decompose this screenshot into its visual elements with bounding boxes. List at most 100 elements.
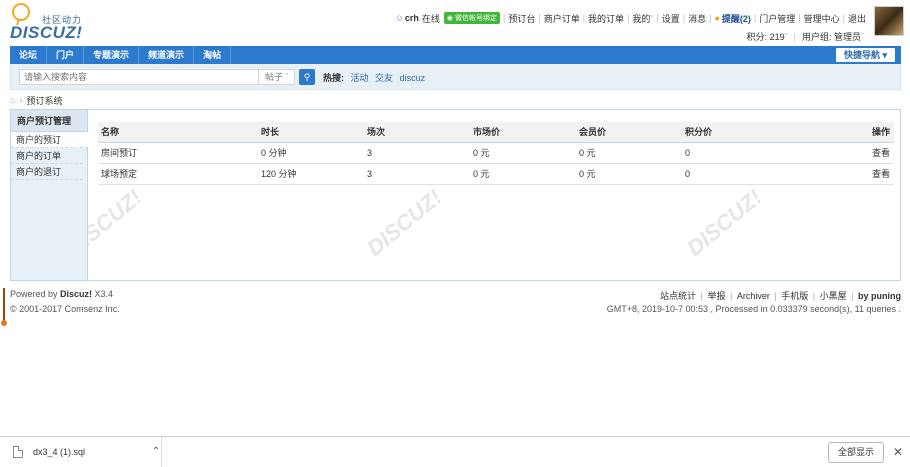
divider: | <box>682 13 686 23</box>
nav-topic-demo[interactable]: 专题演示 <box>84 46 140 64</box>
cell-market-price: 0 元 <box>470 142 576 164</box>
quick-nav-button[interactable]: 快捷导航 ▾ <box>835 48 895 62</box>
sidebar-item-merchant-bookings[interactable]: 商户的预订 <box>11 132 88 148</box>
file-icon <box>13 446 23 458</box>
menu-my[interactable]: 我的ˇ <box>632 12 653 25</box>
divider: | <box>627 13 630 23</box>
powered-brand-link[interactable]: Discuz! <box>60 289 92 299</box>
footer-link-archiver[interactable]: Archiver <box>737 291 770 301</box>
download-item[interactable]: dx3_4 (1).sql ⌃ <box>10 437 162 467</box>
search-bar: 帖子 ˇ ⚲ 热搜: 活动 交友 discuz <box>10 64 901 90</box>
chevron-down-icon: ˇ <box>650 13 654 24</box>
link-messages[interactable]: 消息 <box>688 12 706 25</box>
hot-searches: 热搜: 活动 交友 discuz <box>323 71 429 84</box>
table-header-row: 名称 时长 场次 市场价 会员价 积分价 操作 <box>98 122 894 143</box>
link-my-orders[interactable]: 我的订单 <box>588 12 624 25</box>
points-label: 积分: 219 <box>746 32 785 42</box>
main-panel: 商户预订管理 商户的预订 商户的订单 商户的退订 名称 时长 场次 市场价 会员… <box>10 109 901 281</box>
nav-channel-demo[interactable]: 频道演示 <box>139 46 195 64</box>
processing-stats: GMT+8, 2019-10-7 00:53 , Processed in 0.… <box>606 304 901 314</box>
footer-links: 站点统计 | 举报 | Archiver | 手机版 | 小黑屋 | by pu… <box>660 289 901 302</box>
hot-search-label: 热搜: <box>323 73 344 83</box>
link-admin-center[interactable]: 管理中心 <box>804 12 840 25</box>
col-header-name: 名称 <box>98 122 258 143</box>
home-icon[interactable]: ⌂ <box>10 95 15 105</box>
user-links: ☺ crh 在线 ◉ 微信帐号绑定 | 预订台 | 商户订单 | 我的订单 | … <box>395 11 866 25</box>
divider: | <box>729 291 733 301</box>
avatar[interactable] <box>874 6 904 36</box>
divider: | <box>793 31 796 42</box>
username-link[interactable]: crh <box>405 13 419 23</box>
close-icon[interactable]: ✕ <box>893 445 903 459</box>
cell-duration: 120 分钟 <box>258 163 364 185</box>
view-link[interactable]: 查看 <box>788 163 894 185</box>
main-nav: 论坛 门户 专题演示 频道演示 淘帖 快捷导航 ▾ <box>10 46 901 64</box>
footer-link-report[interactable]: 举报 <box>707 291 725 301</box>
link-merchant-orders[interactable]: 商户订单 <box>544 12 580 25</box>
chevron-down-icon: ▾ <box>879 50 887 60</box>
nav-forum[interactable]: 论坛 <box>10 46 48 64</box>
chevron-down-icon: ˇ <box>283 72 289 82</box>
download-file-name: dx3_4 (1).sql <box>33 447 86 457</box>
hot-word-link[interactable]: 交友 <box>375 73 393 83</box>
footer-link-blacklist[interactable]: 小黑屋 <box>820 291 847 301</box>
hot-word-link[interactable]: 活动 <box>351 73 369 83</box>
cell-name: 球场预定 <box>98 163 258 185</box>
col-header-sessions: 场次 <box>364 122 470 143</box>
cell-duration: 0 分钟 <box>258 142 364 164</box>
top-header: 社区动力 DISCUZ! ☺ crh 在线 ◉ 微信帐号绑定 | 预订台 | 商… <box>0 0 910 44</box>
search-button[interactable]: ⚲ <box>299 69 315 85</box>
divider: | <box>851 291 854 301</box>
nav-portal[interactable]: 门户 <box>47 46 85 64</box>
hot-word-link[interactable]: discuz <box>400 73 426 83</box>
search-type-label: 帖子 <box>265 72 284 82</box>
link-reminders[interactable]: 提醒(2) <box>722 12 751 25</box>
divider: | <box>700 291 703 301</box>
quick-nav-label: 快捷导航 <box>843 50 880 60</box>
search-input[interactable] <box>19 69 259 85</box>
nav-collection[interactable]: 淘帖 <box>194 46 232 64</box>
breadcrumb-separator-icon: › <box>19 95 23 105</box>
points-menu[interactable]: 积分: 219ˇ <box>747 30 788 43</box>
link-portal-admin[interactable]: 门户管理 <box>759 12 795 25</box>
cell-member-price: 0 元 <box>576 142 682 164</box>
logo-bubble-icon <box>12 3 30 21</box>
sidebar: 商户预订管理 商户的预订 商户的订单 商户的退订 <box>11 110 88 280</box>
sidebar-item-merchant-orders[interactable]: 商户的订单 <box>11 148 83 164</box>
chevron-up-icon[interactable]: ⌃ <box>152 446 160 457</box>
footer-link-by[interactable]: by puning <box>858 291 901 301</box>
table-row: 房间预订 0 分钟 3 0 元 0 元 0 查看 <box>98 142 894 164</box>
user-group-menu[interactable]: 用户组: 管理员ˇ <box>802 30 864 43</box>
view-link[interactable]: 查看 <box>788 142 894 164</box>
wechat-bind-badge[interactable]: ◉ 微信帐号绑定 <box>443 12 500 24</box>
powered-version: X3.4 <box>92 289 114 299</box>
table-row: 球场预定 120 分钟 3 0 元 0 元 0 查看 <box>98 163 894 185</box>
chevron-down-icon: ˇ <box>784 32 788 42</box>
divider: | <box>582 13 586 23</box>
cell-sessions: 3 <box>364 163 470 185</box>
breadcrumb-current[interactable]: 预订系统 <box>26 94 62 107</box>
lightbulb-icon: ● <box>714 13 720 23</box>
cell-sessions: 3 <box>364 142 470 164</box>
divider: | <box>842 13 845 23</box>
site-logo[interactable]: 社区动力 DISCUZ! <box>10 3 90 42</box>
search-type-select[interactable]: 帖子 ˇ <box>259 69 295 85</box>
link-logout[interactable]: 退出 <box>848 12 866 25</box>
search-icon: ⚲ <box>303 72 311 82</box>
sidebar-item-merchant-cancellations[interactable]: 商户的退订 <box>11 164 83 180</box>
link-booking-desk[interactable]: 预订台 <box>508 12 535 25</box>
thermometer-stem <box>3 288 5 322</box>
col-header-points-price: 积分价 <box>682 122 788 143</box>
chevron-down-icon: ˇ <box>861 32 864 42</box>
cell-member-price: 0 元 <box>576 163 682 185</box>
col-header-duration: 时长 <box>258 122 364 143</box>
footer-link-mobile[interactable]: 手机版 <box>781 291 808 301</box>
divider: | <box>502 13 506 23</box>
breadcrumb: ⌂ › 预订系统 <box>10 93 62 107</box>
show-all-button[interactable]: 全部显示 <box>828 442 884 463</box>
divider: | <box>798 13 801 23</box>
powered-prefix: Powered by <box>10 289 61 299</box>
sidebar-title: 商户预订管理 <box>11 110 87 132</box>
footer-link-stats[interactable]: 站点统计 <box>660 291 696 301</box>
link-settings[interactable]: 设置 <box>662 12 680 25</box>
